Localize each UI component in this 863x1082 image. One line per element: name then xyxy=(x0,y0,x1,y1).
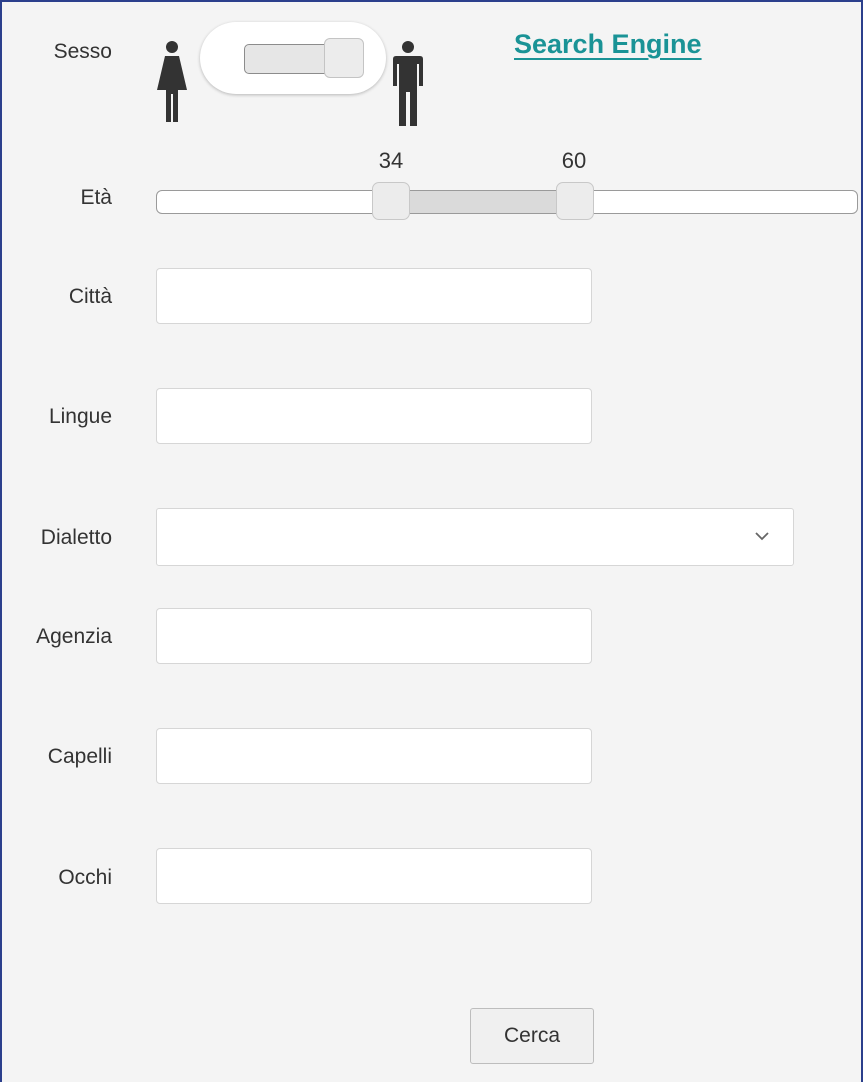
hair-label: Capelli xyxy=(47,745,112,768)
hair-input[interactable] xyxy=(156,728,592,784)
age-max-value: 60 xyxy=(561,148,587,173)
age-slider-range xyxy=(393,191,573,213)
agency-label: Agenzia xyxy=(36,625,112,648)
city-label: Città xyxy=(68,285,112,308)
eyes-label: Occhi xyxy=(58,866,112,889)
age-label: Età xyxy=(80,186,112,209)
sex-toggle[interactable] xyxy=(200,22,386,94)
dialect-label: Dialetto xyxy=(40,526,112,549)
eyes-input[interactable] xyxy=(156,848,592,904)
agency-input[interactable] xyxy=(156,608,592,664)
languages-input[interactable] xyxy=(156,388,592,444)
age-min-value: 34 xyxy=(378,148,404,173)
male-icon xyxy=(393,41,423,126)
chevron-down-icon xyxy=(755,532,769,541)
languages-label: Lingue xyxy=(48,405,112,428)
age-slider-track[interactable] xyxy=(156,190,858,214)
sex-toggle-knob[interactable] xyxy=(324,38,364,78)
sex-label: Sesso xyxy=(53,40,112,63)
female-icon xyxy=(157,41,187,122)
city-input[interactable] xyxy=(156,268,592,324)
search-engine-link[interactable]: Search Engine xyxy=(514,29,702,60)
age-min-handle[interactable] xyxy=(372,182,410,220)
window-top-border xyxy=(0,0,863,2)
dialect-select[interactable] xyxy=(156,508,794,566)
search-button[interactable]: Cerca xyxy=(470,1008,594,1064)
age-max-handle[interactable] xyxy=(556,182,594,220)
